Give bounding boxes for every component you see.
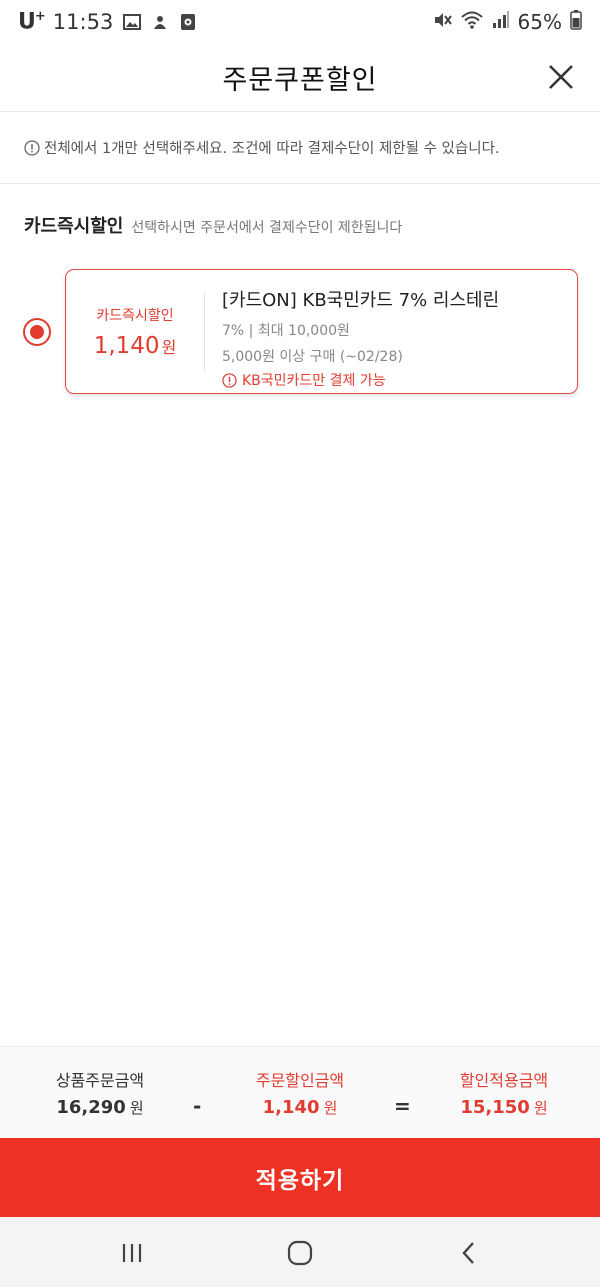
product-amount-unit: 원 — [129, 1099, 144, 1117]
price-summary: 상품주문금액 16,290 원 - 주문할인금액 1,140 원 = 할인적용금액 … — [0, 1046, 600, 1138]
coupon-warning-text: KB국민카드만 결제 가능 — [242, 373, 386, 389]
summary-discount: 주문할인금액 1,140 원 — [220, 1067, 380, 1118]
product-amount-value: 16,290 — [56, 1097, 126, 1118]
coupon-radio[interactable] — [23, 318, 51, 346]
apply-button[interactable]: 적용하기 — [0, 1138, 600, 1217]
app-icon — [151, 13, 169, 31]
coupon-details: [카드ON] KB국민카드 7% 리스테린 7% | 최대 10,000원 5,… — [222, 286, 499, 390]
section-description: 선택하시면 주문서에서 결제수단이 제한됩니다 — [131, 220, 403, 236]
equals-sign: = — [394, 1094, 411, 1118]
discount-amount-unit: 원 — [323, 1099, 338, 1117]
coupon-type-label: 카드즉시할인 — [96, 307, 174, 324]
coupon-name: [카드ON] KB국민카드 7% 리스테린 — [222, 290, 500, 311]
coupon-amount-unit: 원 — [161, 337, 177, 357]
coupon-divider — [204, 292, 205, 372]
coupon-amount: 1,140 원 — [94, 333, 177, 359]
battery-percent: 65% — [517, 10, 562, 34]
minus-sign: - — [193, 1094, 202, 1118]
close-icon[interactable] — [544, 60, 578, 94]
warning-icon — [222, 372, 237, 388]
section-title: 카드즉시할인 — [24, 216, 124, 237]
system-nav-bar — [0, 1217, 600, 1287]
status-bar: U+ 11:53 65% — [0, 0, 600, 44]
discount-amount-label: 주문할인금액 — [255, 1071, 345, 1090]
notice-bar: 전체에서 1개만 선택해주세요. 조건에 따라 결제수단이 제한될 수 있습니다… — [0, 112, 600, 184]
gallery-icon — [123, 13, 142, 31]
summary-product: 상품주문금액 16,290 원 — [20, 1067, 180, 1118]
final-amount-value: 15,150 — [460, 1097, 530, 1118]
discount-amount-value: 1,140 — [262, 1097, 320, 1118]
coupon-amount-value: 1,140 — [93, 332, 160, 359]
radio-selected-dot — [30, 325, 44, 339]
info-icon — [24, 139, 40, 156]
media-icon — [179, 13, 197, 31]
recent-apps-icon[interactable] — [118, 1239, 146, 1267]
coupon-discount-box: 카드즉시할인 1,140 원 — [66, 270, 204, 393]
page-title: 주문쿠폰할인 — [222, 65, 378, 96]
final-amount-unit: 원 — [533, 1099, 548, 1117]
page-header: 주문쿠폰할인 — [0, 44, 600, 112]
wifi-icon — [460, 10, 484, 35]
coupon-warning: KB국민카드만 결제 가능 — [222, 370, 499, 390]
carrier-label: U+ — [18, 9, 46, 35]
final-amount-label: 할인적용금액 — [459, 1071, 549, 1090]
clock: 11:53 — [52, 10, 114, 34]
section-header: 카드즉시할인 선택하시면 주문서에서 결제수단이 제한됩니다 — [24, 212, 402, 238]
summary-final: 할인적용금액 15,150 원 — [424, 1067, 584, 1118]
home-icon[interactable] — [286, 1239, 314, 1267]
battery-icon — [570, 9, 582, 35]
coupon-card[interactable]: 카드즉시할인 1,140 원 [카드ON] KB국민카드 7% 리스테린 7% |… — [65, 269, 578, 394]
mute-icon — [432, 10, 452, 35]
notice-text: 전체에서 1개만 선택해주세요. 조건에 따라 결제수단이 제한될 수 있습니다… — [44, 141, 500, 157]
coupon-condition: 5,000원 이상 구매 (~02/28) — [222, 349, 403, 365]
product-amount-label: 상품주문금액 — [55, 1071, 145, 1090]
coupon-rate: 7% | 최대 10,000원 — [222, 323, 350, 339]
signal-icon — [492, 10, 510, 34]
back-icon[interactable] — [455, 1239, 483, 1267]
